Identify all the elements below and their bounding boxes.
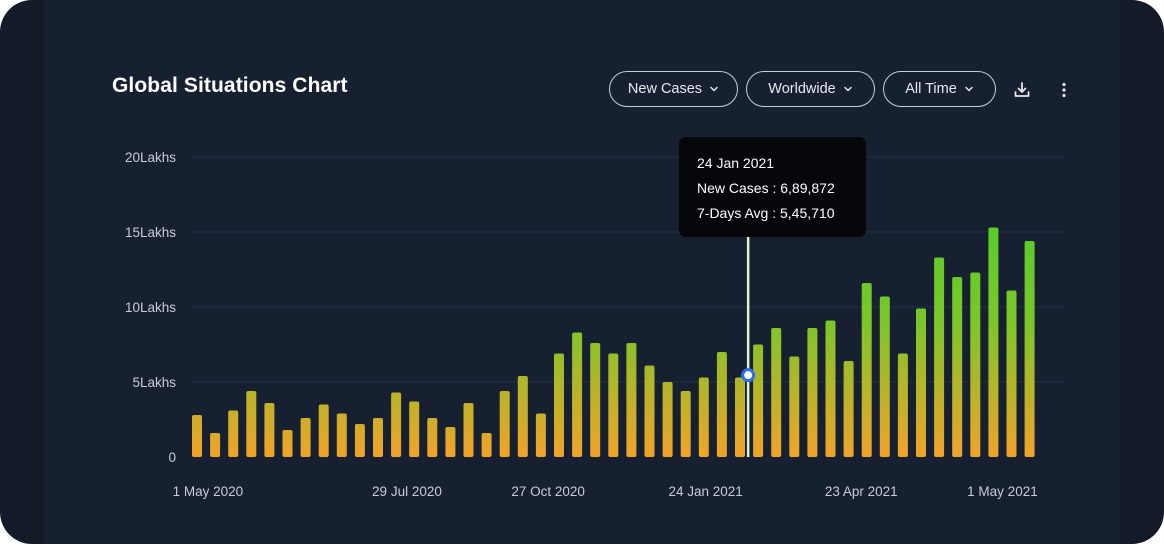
bar[interactable] — [807, 328, 818, 457]
bar[interactable] — [843, 361, 854, 457]
download-button[interactable] — [1010, 78, 1034, 102]
bar[interactable] — [970, 272, 981, 458]
bar[interactable] — [282, 430, 293, 457]
metric-dropdown[interactable]: New Cases — [609, 71, 738, 107]
bar[interactable] — [735, 377, 745, 458]
time-range-dropdown-label: All Time — [905, 81, 957, 97]
x-tick-label: 27 Oct 2020 — [511, 484, 585, 499]
bar[interactable] — [861, 283, 872, 457]
bar[interactable] — [391, 392, 402, 458]
bar[interactable] — [934, 257, 945, 458]
y-tick-label: 20Lakhs — [125, 150, 176, 165]
bar[interactable] — [789, 356, 800, 458]
tooltip-date: 24 Jan 2021 — [697, 155, 775, 171]
bar[interactable] — [771, 328, 782, 457]
app-frame: 0 5Lakhs 10Lakhs 15Lakhs 20Lakhs 1 May 2020 29… — [0, 0, 1164, 544]
tooltip-seven-day-avg: 7-Days Avg : 5,45,710 — [697, 205, 835, 221]
bar[interactable] — [1024, 241, 1035, 457]
bar[interactable] — [336, 413, 347, 458]
y-tick-label: 15Lakhs — [125, 225, 176, 240]
x-tick-label: 23 Apr 2021 — [825, 484, 898, 499]
bar[interactable] — [517, 376, 528, 457]
metric-dropdown-label: New Cases — [627, 81, 703, 97]
chevron-down-icon — [965, 86, 973, 92]
y-tick-label: 5Lakhs — [132, 375, 176, 390]
chart-tooltip: 24 Jan 2021 New Cases : 6,89,872 7-Days … — [679, 137, 866, 237]
region-dropdown-label: Worldwide — [768, 81, 836, 97]
bar[interactable] — [698, 377, 709, 458]
bar[interactable] — [1006, 290, 1017, 458]
bar[interactable] — [427, 418, 438, 457]
bar[interactable] — [300, 418, 311, 457]
hover-point-marker[interactable] — [741, 368, 756, 383]
bar[interactable] — [626, 343, 637, 457]
region-dropdown[interactable]: Worldwide — [746, 71, 875, 107]
bar[interactable] — [825, 320, 836, 458]
x-tick-label: 1 May 2020 — [173, 484, 244, 499]
bar[interactable] — [952, 277, 963, 457]
time-range-dropdown[interactable]: All Time — [883, 71, 996, 107]
bar[interactable] — [680, 391, 691, 457]
bar[interactable] — [409, 401, 420, 458]
bar[interactable] — [916, 308, 926, 458]
more-options-button[interactable] — [1052, 78, 1076, 102]
bar[interactable] — [192, 415, 202, 457]
bar[interactable] — [716, 352, 727, 457]
y-tick-label: 0 — [168, 450, 176, 465]
chevron-down-icon — [710, 86, 718, 92]
bar[interactable] — [210, 433, 221, 457]
bar[interactable] — [463, 403, 474, 457]
bar[interactable] — [264, 403, 275, 457]
bar[interactable] — [535, 413, 546, 458]
tooltip-new-cases: New Cases : 6,89,872 — [697, 180, 835, 196]
x-tick-label: 29 Jul 2020 — [372, 484, 442, 499]
x-tick-label: 24 Jan 2021 — [668, 484, 742, 499]
bar[interactable] — [445, 427, 456, 457]
bar[interactable] — [499, 391, 510, 457]
bar[interactable] — [318, 404, 329, 458]
bar[interactable] — [373, 418, 383, 457]
download-icon — [1014, 82, 1030, 97]
bar[interactable] — [608, 353, 619, 458]
chart-title: Global Situations Chart — [112, 74, 348, 97]
y-tick-label: 10Lakhs — [125, 300, 176, 315]
bar[interactable] — [554, 353, 564, 458]
x-tick-label: 1 May 2021 — [967, 484, 1038, 499]
chevron-down-icon — [843, 86, 852, 92]
bar[interactable] — [644, 365, 655, 458]
more-vertical-icon — [1062, 82, 1066, 98]
bar[interactable] — [590, 343, 601, 457]
bar[interactable] — [572, 332, 583, 458]
bar[interactable] — [753, 344, 764, 458]
bar[interactable] — [481, 433, 492, 457]
bar[interactable] — [662, 382, 673, 457]
bar[interactable] — [354, 424, 365, 457]
bar[interactable] — [897, 353, 908, 458]
bar[interactable] — [988, 227, 999, 458]
bar[interactable] — [879, 296, 890, 458]
bar[interactable] — [246, 391, 257, 457]
bar[interactable] — [228, 410, 239, 458]
